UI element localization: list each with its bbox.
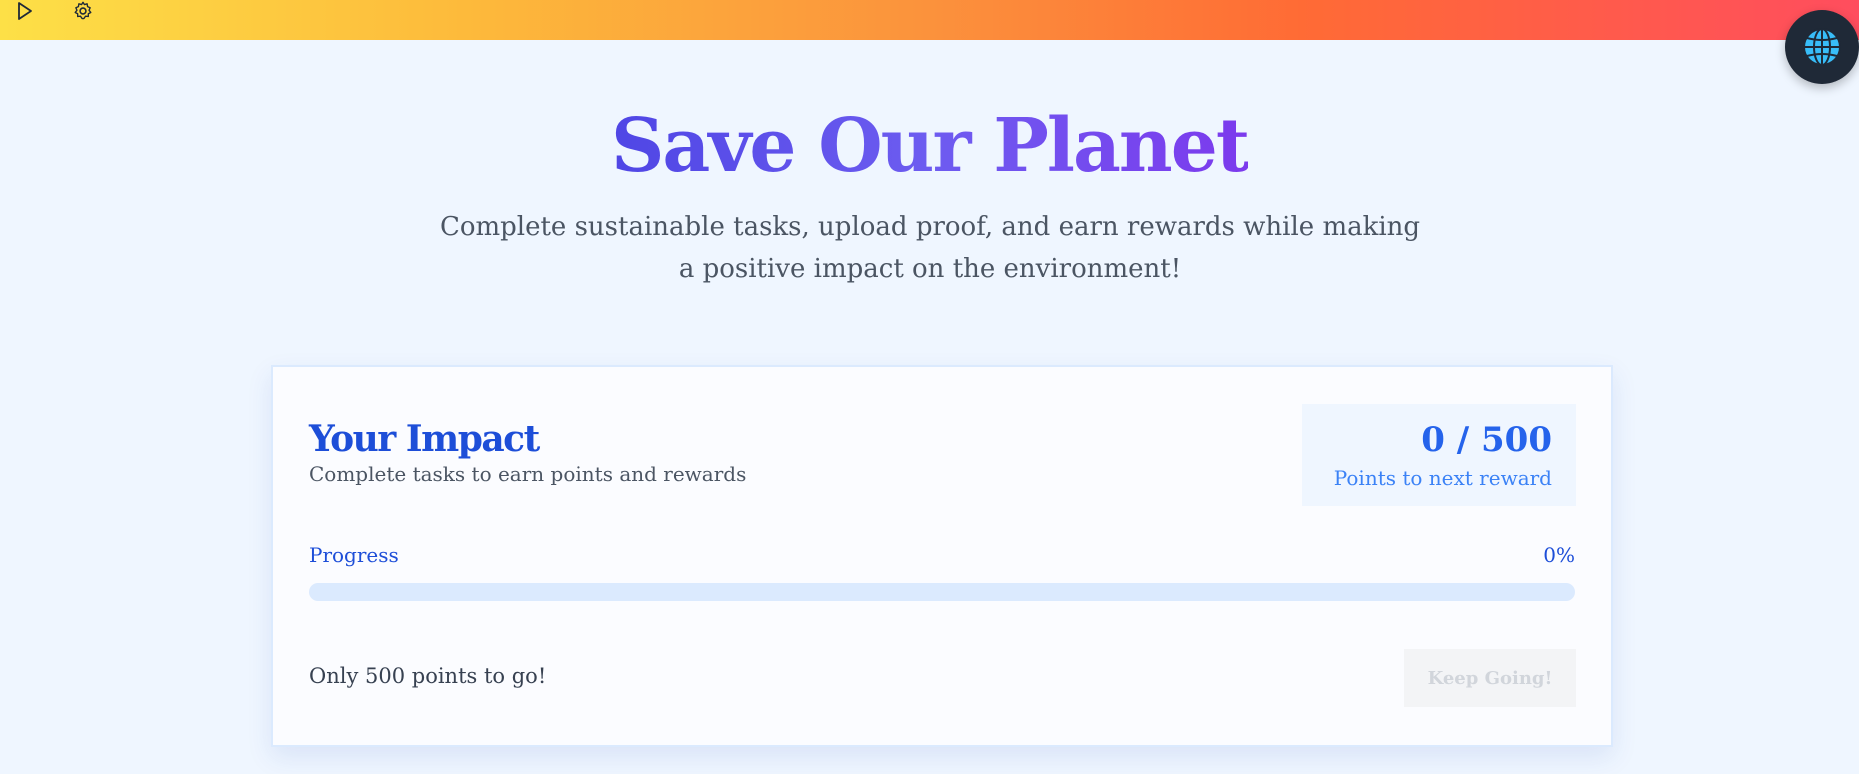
points-label: Points to next reward [1333,466,1552,490]
page-title: Save Our Planet [610,103,1250,189]
points-panel: 0 / 500 Points to next reward [1302,404,1576,506]
run-button[interactable] [10,0,38,22]
keep-going-button[interactable]: Keep Going! [1404,649,1576,707]
progress-label: Progress [309,543,399,567]
remaining-points-text: Only 500 points to go! [309,664,547,688]
page-subtitle: Complete sustainable tasks, upload proof… [439,212,1421,284]
points-value: 0 / 500 [1421,420,1552,460]
impact-title: Your Impact [309,418,540,460]
play-icon [18,2,32,20]
gear-icon [74,1,92,20]
impact-subtitle: Complete tasks to earn points and reward… [309,462,747,486]
progress-percent: 0% [1543,543,1575,567]
top-bar [0,0,1859,40]
impact-card: Your Impact Complete tasks to earn point… [271,365,1613,747]
settings-button[interactable] [69,0,97,22]
language-button[interactable] [1785,10,1859,84]
progress-bar [309,583,1575,601]
globe-icon [1803,28,1841,66]
